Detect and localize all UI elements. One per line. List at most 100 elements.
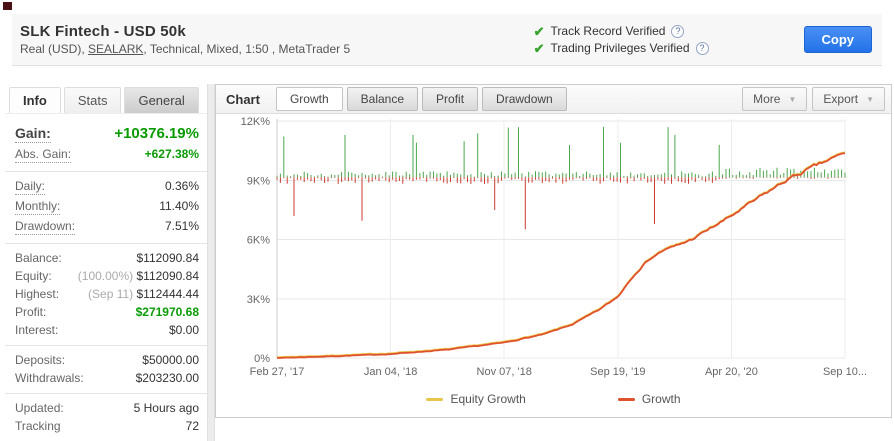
info-panel-tabs: InfoStatsGeneral: [5, 84, 207, 114]
stats-list: Gain:+10376.19%Abs. Gain:+627.38%Daily:0…: [5, 114, 207, 441]
main-content: InfoStatsGeneral Gain: +10376.19% Abs. Gai…: [5, 84, 894, 441]
stat-row: Monthly: 11.40%: [5, 197, 207, 217]
growth-chart: 0% 3K% 6K% 9K% 12K% Feb 27, '17 Jan 04, '18 Nov…: [216, 116, 891, 380]
stat-label: Tracking: [15, 419, 61, 433]
stat-value: 7.51%: [165, 219, 199, 233]
chart-tab-profit[interactable]: Profit: [422, 87, 478, 111]
chart-header: Chart GrowthBalanceProfitDrawdown More ▼ …: [216, 85, 891, 114]
stat-row: Equity: (100.00%) $112090.84: [5, 267, 207, 285]
corner-mark: [3, 2, 12, 10]
account-subtitle-suffix: , Technical, Mixed, 1:50 , MetaTrader 5: [143, 42, 350, 56]
stat-row: Drawdown: 7.51%: [5, 217, 207, 237]
legend-item[interactable]: Growth: [618, 392, 681, 406]
x-axis-label: Jan 04, '18: [364, 366, 417, 378]
account-subtitle: Real (USD), SEALARK, Technical, Mixed, 1…: [20, 42, 350, 56]
stat-label: Deposits:: [15, 353, 65, 367]
stat-row: Daily: 0.36%: [5, 177, 207, 197]
stat-label: Profit:: [15, 305, 46, 319]
stat-value: $203230.00: [136, 371, 199, 385]
y-axis-label: 3K%: [247, 294, 270, 306]
stat-label: Equity:: [15, 269, 52, 283]
x-axis-label: Sep 10...: [823, 366, 867, 378]
stat-value: +10376.19%: [114, 125, 199, 142]
stat-value: 11.40%: [159, 199, 199, 213]
stat-group: Daily: 0.36% Monthly: 11.40% Drawdown: 7.51%: [5, 172, 207, 244]
stat-value-prefix: (100.00%): [78, 269, 137, 283]
chart-panel: Chart GrowthBalanceProfitDrawdown More▼ …: [215, 84, 892, 418]
copy-button[interactable]: Copy: [804, 26, 873, 53]
stat-label: Drawdown:: [15, 219, 75, 235]
export-button[interactable]: Export ▼: [812, 87, 885, 111]
account-title: SLK Fintech - USD 50k: [20, 23, 350, 40]
x-axis-label: Nov 07, '18: [477, 366, 532, 378]
verification-row: ✔ Track Record Verified?: [534, 23, 709, 40]
account-title-block: SLK Fintech - USD 50k Real (USD), SEALAR…: [20, 23, 350, 56]
stat-label: Withdrawals:: [15, 371, 84, 385]
stat-value: 72: [186, 419, 199, 433]
verification-label: Trading Privileges Verified: [551, 40, 690, 57]
chart-body: 0% 3K% 6K% 9K% 12K% Feb 27, '17 Jan 04, '18 Nov…: [216, 114, 891, 385]
tab-info[interactable]: Info: [9, 87, 61, 113]
legend-item[interactable]: Equity Growth: [426, 392, 525, 406]
tab-stats[interactable]: Stats: [64, 87, 122, 113]
stat-row: Highest: (Sep 11) $112444.44: [5, 285, 207, 303]
info-panel: InfoStatsGeneral Gain: +10376.19% Abs. Gai…: [5, 84, 207, 441]
stat-label: Updated:: [15, 401, 64, 415]
check-icon: ✔: [534, 23, 545, 40]
tab-general[interactable]: General: [124, 87, 198, 113]
stat-row: Profit: $271970.68: [5, 303, 207, 321]
caret-down-icon: ▼: [866, 95, 874, 104]
stat-label: Gain:: [15, 125, 51, 143]
broker-link[interactable]: SEALARK: [88, 42, 143, 56]
y-axis-label: 0%: [254, 353, 270, 365]
export-label: Export: [823, 92, 858, 106]
stat-group: Gain:+10376.19%Abs. Gain:+627.38%: [5, 118, 207, 172]
panel-splitter[interactable]: [207, 84, 215, 441]
chart-legend: Equity Growth Growth: [216, 385, 891, 413]
stat-row: Tracking 72: [5, 417, 207, 435]
stat-value: (Sep 11) $112444.44: [88, 287, 199, 301]
stat-label: Abs. Gain:: [15, 147, 71, 163]
stat-group: Balance:$112090.84 Equity: (100.00%) $1120…: [5, 244, 207, 346]
legend-swatch: [426, 398, 443, 401]
stat-group: Deposits: $50000.00 Withdrawals: $203230.00: [5, 346, 207, 394]
verification-row: ✔Trading Privileges Verified?: [534, 40, 709, 57]
stat-label: Balance:: [15, 251, 62, 265]
stat-value: 5 Hours ago: [134, 401, 199, 415]
stat-row: Balance:$112090.84: [5, 249, 207, 267]
chart-tab-growth[interactable]: Growth: [276, 87, 343, 111]
stat-label: Highest:: [15, 287, 59, 301]
stat-label: Interest:: [15, 323, 58, 337]
stat-row: Interest:$0.00: [5, 321, 207, 339]
chart-tab-balance[interactable]: Balance: [347, 87, 418, 111]
more-button[interactable]: More ▼: [742, 87, 807, 111]
verification-label: Track Record Verified: [551, 23, 666, 40]
legend-label: Equity Growth: [450, 392, 525, 406]
chart-panel-title: Chart: [226, 92, 260, 107]
stat-value: $271970.68: [136, 305, 199, 319]
stat-row: Updated: 5 Hours ago: [5, 399, 207, 417]
y-axis-label: 9K%: [247, 175, 270, 187]
stat-value: 0.36%: [165, 179, 199, 193]
verification-block: ✔Track Record Verified?✔Trading Privileg…: [534, 23, 709, 57]
help-icon[interactable]: ?: [696, 42, 709, 55]
y-axis-label: 12K%: [241, 116, 271, 128]
stat-label: Monthly:: [15, 199, 60, 215]
stat-value: $50000.00: [142, 353, 199, 367]
account-header: SLK Fintech - USD 50k Real (USD), SEALAR…: [12, 14, 882, 66]
x-axis-label: Feb 27, '17: [250, 366, 305, 378]
y-axis-label: 6K%: [247, 235, 270, 247]
caret-down-icon: ▼: [788, 95, 796, 104]
help-icon[interactable]: ?: [671, 25, 684, 38]
more-label: More: [753, 92, 780, 106]
x-axis-label: Sep 19, '19: [590, 366, 645, 378]
stat-group: Updated: 5 Hours ago Tracking 72: [5, 394, 207, 441]
chart-tab-drawdown[interactable]: Drawdown: [482, 87, 567, 111]
stat-value: (100.00%) $112090.84: [78, 269, 199, 283]
stat-row: Withdrawals: $203230.00: [5, 369, 207, 387]
chart-actions: More ▼ Export ▼: [737, 87, 885, 111]
legend-label: Growth: [642, 392, 681, 406]
stat-label: Daily:: [15, 179, 45, 195]
chart-tabs: GrowthBalanceProfitDrawdown: [276, 87, 571, 111]
profit-ticks: [277, 127, 845, 229]
